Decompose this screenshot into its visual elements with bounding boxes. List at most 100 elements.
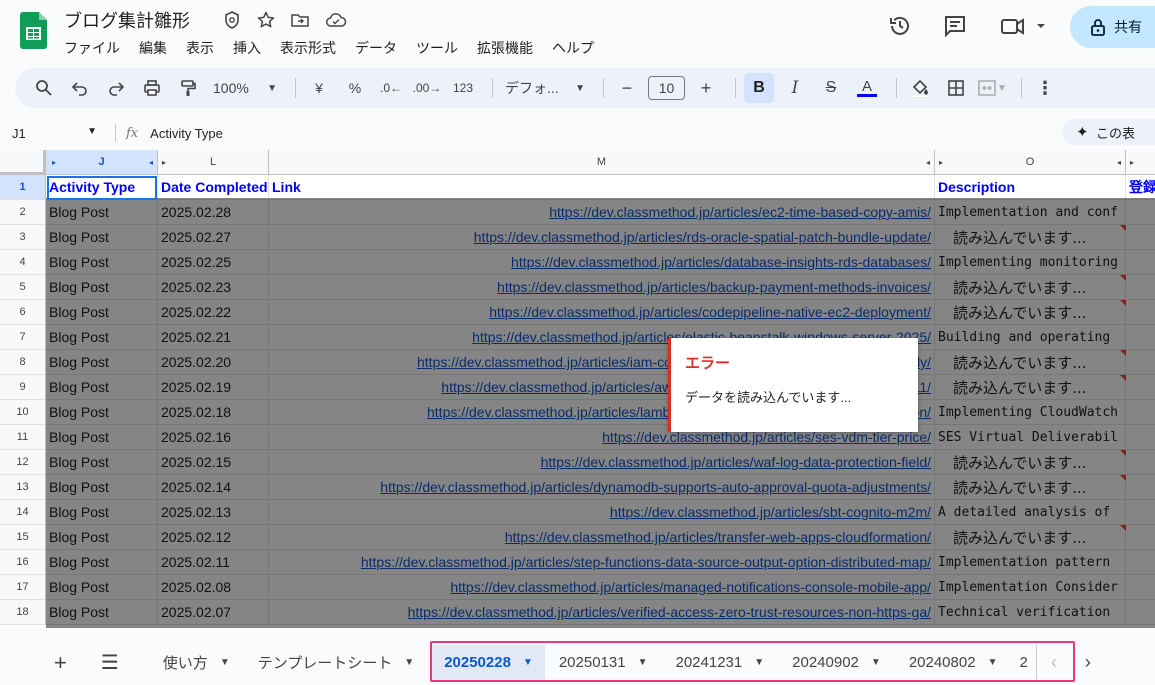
description-cell[interactable]: A detailed analysis of <box>935 500 1126 525</box>
activity-type-cell[interactable]: Blog Post <box>46 425 158 450</box>
move-folder-icon[interactable] <box>290 10 310 30</box>
menu-help[interactable]: ヘルプ <box>552 37 603 59</box>
date-cell[interactable]: 2025.02.20 <box>158 350 269 375</box>
description-cell[interactable]: 読み込んでいます... <box>935 275 1126 300</box>
currency-format-button[interactable]: ¥ <box>304 73 334 103</box>
next-column-cell[interactable] <box>1126 200 1155 225</box>
share-button[interactable]: 共有 <box>1070 6 1155 48</box>
add-sheet-button[interactable]: + <box>0 645 87 681</box>
all-sheets-button[interactable]: ☰ <box>87 645 149 681</box>
next-column-cell[interactable] <box>1126 550 1155 575</box>
search-menus-button[interactable] <box>29 73 59 103</box>
description-cell[interactable]: 読み込んでいます... <box>935 525 1126 550</box>
row-header[interactable]: 6 <box>0 300 46 325</box>
sheet-tab-20250131[interactable]: 20250131 ▼ <box>545 645 662 681</box>
next-column-cell[interactable] <box>1126 275 1155 300</box>
redo-button[interactable] <box>101 73 131 103</box>
link-cell[interactable]: https://dev.classmethod.jp/articles/data… <box>269 250 935 275</box>
header-cell-p[interactable]: 登録 <box>1126 175 1155 200</box>
description-cell[interactable]: Building and operating <box>935 325 1126 350</box>
row-header[interactable]: 5 <box>0 275 46 300</box>
activity-type-cell[interactable]: Blog Post <box>46 350 158 375</box>
row-header[interactable]: 16 <box>0 550 46 575</box>
date-cell[interactable]: 2025.02.07 <box>158 600 269 625</box>
row-header[interactable]: 3 <box>0 225 46 250</box>
decrease-font-size-button[interactable]: − <box>612 73 642 103</box>
decrease-decimal-button[interactable]: .0 ← <box>376 73 406 103</box>
description-cell[interactable]: Technical verification <box>935 600 1126 625</box>
menu-edit[interactable]: 編集 <box>139 37 176 59</box>
cloud-saved-icon[interactable] <box>325 10 347 30</box>
italic-button[interactable]: I <box>780 73 810 103</box>
description-cell[interactable]: Implementing monitoring <box>935 250 1126 275</box>
menu-insert[interactable]: 挿入 <box>233 37 270 59</box>
text-color-button[interactable]: A <box>852 73 882 103</box>
font-select[interactable]: デフォ... ▼ <box>501 73 589 103</box>
sheet-tab-20240902[interactable]: 20240902 ▼ <box>778 645 895 681</box>
activity-type-cell[interactable]: Blog Post <box>46 400 158 425</box>
date-cell[interactable]: 2025.02.08 <box>158 575 269 600</box>
scroll-tabs-right-icon[interactable]: › <box>1071 645 1105 681</box>
next-column-cell[interactable] <box>1126 350 1155 375</box>
next-column-cell[interactable] <box>1126 500 1155 525</box>
column-header-next[interactable]: ▸ <box>1126 150 1155 175</box>
link-cell[interactable]: https://dev.classmethod.jp/articles/back… <box>269 275 935 300</box>
scroll-tabs-left-icon[interactable]: ‹ <box>1037 645 1071 681</box>
menu-format[interactable]: 表示形式 <box>280 37 345 59</box>
next-column-cell[interactable] <box>1126 450 1155 475</box>
formula-input[interactable]: Activity Type <box>150 126 223 141</box>
row-header[interactable]: 17 <box>0 575 46 600</box>
date-cell[interactable]: 2025.02.18 <box>158 400 269 425</box>
meet-video-icon[interactable] <box>1000 14 1028 38</box>
link-cell[interactable]: https://dev.classmethod.jp/articles/code… <box>269 300 935 325</box>
meet-dropdown-caret-icon[interactable] <box>1036 22 1046 30</box>
bold-button[interactable]: B <box>744 73 774 103</box>
date-cell[interactable]: 2025.02.11 <box>158 550 269 575</box>
activity-type-cell[interactable]: Blog Post <box>46 375 158 400</box>
activity-type-cell[interactable]: Blog Post <box>46 575 158 600</box>
menu-file[interactable]: ファイル <box>64 37 129 59</box>
sheet-tab-howto[interactable]: 使い方 ▼ <box>149 645 244 681</box>
description-cell[interactable]: Implementation Consider <box>935 575 1126 600</box>
sheet-tab-20241231[interactable]: 20241231 ▼ <box>662 645 779 681</box>
row-header[interactable]: 4 <box>0 250 46 275</box>
row-header[interactable]: 11 <box>0 425 46 450</box>
undo-button[interactable] <box>65 73 95 103</box>
row-header[interactable]: 10 <box>0 400 46 425</box>
description-cell[interactable]: 読み込んでいます... <box>935 225 1126 250</box>
column-header-o[interactable]: ▸ O ◂ <box>935 150 1126 175</box>
document-title[interactable]: ブログ集計雛形 <box>64 7 190 33</box>
link-cell[interactable]: https://dev.classmethod.jp/articles/ec2-… <box>269 200 935 225</box>
activity-type-cell[interactable]: Blog Post <box>46 275 158 300</box>
paint-format-button[interactable] <box>173 73 203 103</box>
row-header[interactable]: 12 <box>0 450 46 475</box>
star-icon[interactable] <box>256 10 276 30</box>
row-header[interactable]: 1 <box>0 175 46 200</box>
column-header-m[interactable]: M ◂ <box>269 150 935 175</box>
menu-extensions[interactable]: 拡張機能 <box>477 37 542 59</box>
spreadsheet-grid[interactable]: ▸ J ◂ ▸ L M ◂ ▸ O ◂ ▸ 1 Activity Type Date Compl… <box>0 150 1155 628</box>
zoom-select[interactable]: 100% ▼ <box>209 73 281 103</box>
link-cell[interactable]: https://dev.classmethod.jp/articles/sbt-… <box>269 500 935 525</box>
activity-type-cell[interactable]: Blog Post <box>46 450 158 475</box>
row-header[interactable]: 14 <box>0 500 46 525</box>
description-cell[interactable]: 読み込んでいます... <box>935 300 1126 325</box>
percent-format-button[interactable]: % <box>340 73 370 103</box>
next-column-cell[interactable] <box>1126 600 1155 625</box>
link-cell[interactable]: https://dev.classmethod.jp/articles/dyna… <box>269 475 935 500</box>
link-cell[interactable]: https://dev.classmethod.jp/articles/tran… <box>269 525 935 550</box>
next-column-cell[interactable] <box>1126 300 1155 325</box>
date-cell[interactable]: 2025.02.23 <box>158 275 269 300</box>
header-cell-l[interactable]: Date Completed <box>158 175 269 200</box>
date-cell[interactable]: 2025.02.28 <box>158 200 269 225</box>
activity-type-cell[interactable]: Blog Post <box>46 225 158 250</box>
ai-assist-button[interactable]: ✦ この表 <box>1062 119 1155 145</box>
security-badge-icon[interactable] <box>222 10 242 30</box>
link-cell[interactable]: https://dev.classmethod.jp/articles/veri… <box>269 600 935 625</box>
activity-type-cell[interactable]: Blog Post <box>46 600 158 625</box>
strikethrough-button[interactable]: S <box>816 73 846 103</box>
description-cell[interactable]: 読み込んでいます... <box>935 375 1126 400</box>
menu-tools[interactable]: ツール <box>416 37 467 59</box>
row-header[interactable]: 2 <box>0 200 46 225</box>
header-cell-m[interactable]: Link <box>269 175 935 200</box>
